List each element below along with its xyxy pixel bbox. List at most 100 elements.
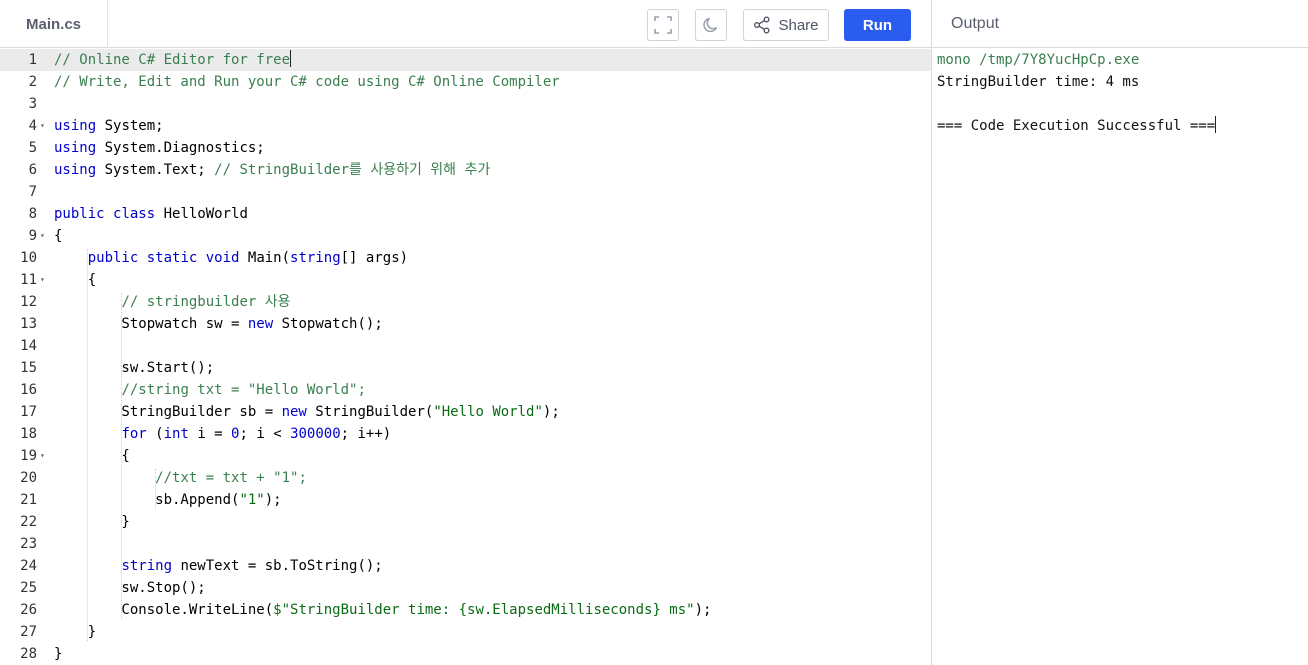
code-token: StringBuilder sb = bbox=[54, 404, 282, 420]
top-toolbar: Main.cs Share Run Output bbox=[0, 0, 1308, 48]
line-number: 7 bbox=[28, 184, 37, 200]
code-line[interactable]: 26 Console.WriteLine($"StringBuilder tim… bbox=[0, 599, 931, 621]
code-token: ); bbox=[542, 404, 560, 420]
code-line[interactable]: 28} bbox=[0, 643, 931, 665]
line-number: 28 bbox=[20, 646, 37, 662]
code-token: sb.Append( bbox=[54, 492, 240, 508]
fold-toggle-icon[interactable]: ▾ bbox=[40, 269, 45, 291]
code-token: "Hello World" bbox=[433, 404, 543, 420]
code-token: i = bbox=[188, 426, 232, 442]
code-line[interactable]: 24 string newText = sb.ToString(); bbox=[0, 555, 931, 577]
output-line: mono /tmp/7Y8YucHpCp.exe bbox=[937, 49, 1139, 71]
line-number: 27 bbox=[20, 624, 37, 640]
code-text: // Online C# Editor for free bbox=[54, 49, 292, 71]
code-line[interactable]: 25 sw.Stop(); bbox=[0, 577, 931, 599]
code-line[interactable]: 19 ▾ { bbox=[0, 445, 931, 467]
code-text: using System; bbox=[54, 115, 164, 137]
output-title: Output bbox=[931, 0, 1308, 48]
line-number: 5 bbox=[28, 140, 37, 156]
code-token: for bbox=[121, 426, 147, 442]
code-token: string bbox=[290, 250, 341, 266]
code-line[interactable]: 22 } bbox=[0, 511, 931, 533]
code-text: sb.Append("1"); bbox=[54, 489, 281, 511]
code-text: public static void Main(string[] args) bbox=[54, 247, 408, 269]
code-line[interactable]: 20 //txt = txt + "1"; bbox=[0, 467, 931, 489]
code-line[interactable]: 1 // Online C# Editor for free bbox=[0, 49, 931, 71]
code-line[interactable]: 5 using System.Diagnostics; bbox=[0, 137, 931, 159]
code-text: { bbox=[54, 445, 129, 467]
code-token: } bbox=[54, 646, 63, 662]
code-editor[interactable]: 1 // Online C# Editor for free 2 // Write, … bbox=[0, 48, 931, 665]
output-text: mono /tmp/7Y8YucHpCp.exe bbox=[937, 52, 1140, 68]
code-line[interactable]: 27 } bbox=[0, 621, 931, 643]
code-line[interactable]: 18 for (int i = 0; i < 300000; i++) bbox=[0, 423, 931, 445]
code-token: sw.Stop(); bbox=[54, 580, 206, 596]
code-token: [] args) bbox=[340, 250, 409, 266]
code-text: } bbox=[54, 621, 96, 643]
output-line: StringBuilder time: 4 ms bbox=[937, 71, 1139, 93]
code-line[interactable]: 14 bbox=[0, 335, 931, 357]
line-number: 11 bbox=[20, 272, 37, 288]
code-line[interactable]: 15 sw.Start(); bbox=[0, 357, 931, 379]
code-line[interactable]: 4 ▾ using System; bbox=[0, 115, 931, 137]
code-line[interactable]: 6 using System.Text; // StringBuilder를 사용… bbox=[0, 159, 931, 181]
code-text: } bbox=[54, 643, 62, 665]
output-text: === Code Execution Successful === bbox=[937, 118, 1216, 134]
file-tab-main-cs[interactable]: Main.cs bbox=[0, 0, 108, 48]
theme-toggle-button[interactable] bbox=[695, 9, 727, 41]
code-line[interactable]: 16 //string txt = "Hello World"; bbox=[0, 379, 931, 401]
code-token: ; i++) bbox=[340, 426, 392, 442]
code-token: static bbox=[146, 250, 198, 266]
code-text: public class HelloWorld bbox=[54, 203, 248, 225]
code-line[interactable]: 2 // Write, Edit and Run your C# code usi… bbox=[0, 71, 931, 93]
code-token: "1" bbox=[239, 492, 265, 508]
share-button[interactable]: Share bbox=[743, 9, 829, 41]
text-cursor bbox=[290, 50, 292, 67]
code-text: { bbox=[54, 269, 96, 291]
code-token: StringBuilder( bbox=[306, 404, 434, 420]
line-number: 16 bbox=[20, 382, 37, 398]
code-token: public bbox=[54, 206, 105, 222]
fold-toggle-icon[interactable]: ▾ bbox=[40, 445, 45, 467]
code-token: 300000 bbox=[290, 426, 341, 442]
code-line[interactable]: 7 bbox=[0, 181, 931, 203]
code-token: void bbox=[205, 250, 240, 266]
code-line[interactable]: 17 StringBuilder sb = new StringBuilder(… bbox=[0, 401, 931, 423]
code-line[interactable]: 11 ▾ { bbox=[0, 269, 931, 291]
line-number: 12 bbox=[20, 294, 37, 310]
code-line[interactable]: 13 Stopwatch sw = new Stopwatch(); bbox=[0, 313, 931, 335]
code-token: public bbox=[87, 250, 139, 266]
code-line[interactable]: 9 ▾ { bbox=[0, 225, 931, 247]
code-line[interactable]: 21 sb.Append("1"); bbox=[0, 489, 931, 511]
line-number: 8 bbox=[28, 206, 37, 222]
line-number: 10 bbox=[20, 250, 37, 266]
code-text: { bbox=[54, 225, 62, 247]
run-button[interactable]: Run bbox=[844, 9, 911, 41]
fullscreen-button[interactable] bbox=[647, 9, 679, 41]
code-token: string bbox=[121, 558, 173, 574]
code-token: } bbox=[54, 514, 130, 530]
code-text: sw.Start(); bbox=[54, 357, 214, 379]
line-number: 23 bbox=[20, 536, 37, 552]
code-token: using bbox=[54, 118, 97, 134]
code-token: { bbox=[54, 272, 97, 288]
code-token: Console.WriteLine( bbox=[54, 602, 274, 618]
line-number: 13 bbox=[20, 316, 37, 332]
code-line[interactable]: 3 bbox=[0, 93, 931, 115]
code-line[interactable]: 10 public static void Main(string[] args… bbox=[0, 247, 931, 269]
code-text: for (int i = 0; i < 300000; i++) bbox=[54, 423, 391, 445]
code-text: string newText = sb.ToString(); bbox=[54, 555, 382, 577]
code-line[interactable]: 23 bbox=[0, 533, 931, 555]
fold-toggle-icon[interactable]: ▾ bbox=[40, 225, 45, 247]
code-token: //string txt = "Hello World"; bbox=[121, 382, 366, 398]
code-line[interactable]: 8 public class HelloWorld bbox=[0, 203, 931, 225]
code-token: // Online C# Editor for free bbox=[54, 52, 291, 68]
code-line[interactable]: 12 // stringbuilder 사용 bbox=[0, 291, 931, 313]
fold-toggle-icon[interactable]: ▾ bbox=[40, 115, 45, 137]
